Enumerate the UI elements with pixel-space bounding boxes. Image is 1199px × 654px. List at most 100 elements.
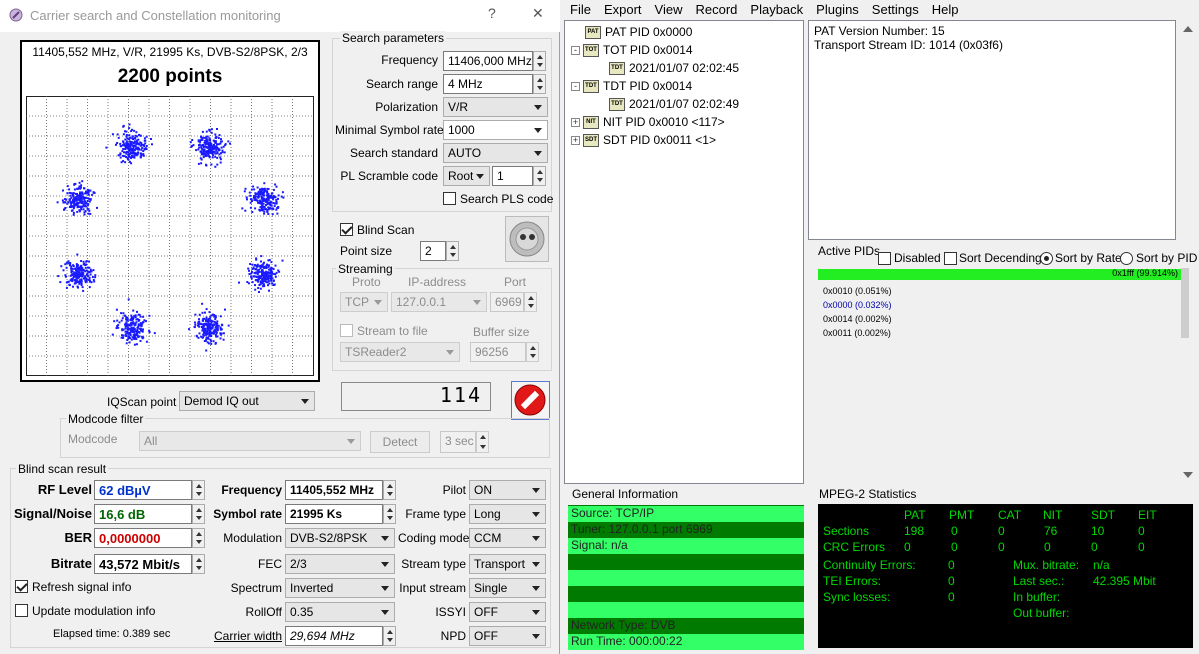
coding-mode-select[interactable]: CCM: [469, 528, 546, 548]
search-pls-label: Search PLS code: [460, 192, 554, 206]
mpeg2-stats-panel: PAT PMT CAT NIT SDT EIT Sections 198 0 0…: [818, 504, 1193, 648]
menu-help[interactable]: Help: [932, 2, 959, 17]
out-buffer-label: Out buffer:: [1013, 606, 1070, 620]
stop-button[interactable]: [511, 381, 550, 420]
help-button[interactable]: ?: [488, 5, 496, 21]
pl-scramble-spinner[interactable]: [533, 166, 546, 186]
search-standard-select[interactable]: AUTO: [443, 143, 548, 163]
close-button[interactable]: ✕: [532, 5, 544, 22]
fec-select[interactable]: 2/3: [285, 554, 395, 574]
frequency-spinner[interactable]: [533, 51, 546, 71]
scroll-up-icon[interactable]: [1183, 26, 1193, 32]
tree-node[interactable]: - TOT TOT PID 0x0014: [571, 41, 803, 59]
tree-node[interactable]: + SDT SDT PID 0x0011 <1>: [571, 131, 803, 149]
general-info-row: Source: TCP/IP: [568, 506, 804, 522]
sort-by-rate-label: Sort by Rate: [1055, 251, 1122, 265]
detect-time-spinner[interactable]: [476, 431, 489, 453]
tree-node[interactable]: - TDT TDT PID 0x0014: [571, 77, 803, 95]
app-icon: [8, 7, 24, 23]
tree-node-label: SDT PID 0x0011 <1>: [603, 133, 716, 147]
range-spinner[interactable]: [533, 74, 546, 94]
pilot-select[interactable]: ON: [469, 480, 546, 500]
npd-select[interactable]: OFF: [469, 626, 546, 646]
menu-settings[interactable]: Settings: [872, 2, 919, 17]
pid-list-scrollbar-thumb[interactable]: [1181, 268, 1189, 338]
polarization-select[interactable]: V/R: [443, 97, 548, 117]
pilot-label: Pilot: [442, 483, 466, 497]
pid-row[interactable]: 0x0011 (0.002%): [823, 326, 892, 340]
pid-row[interactable]: 0x0000 (0.032%): [823, 298, 892, 312]
snr-value: 16,6 dB: [94, 504, 192, 524]
menu-view[interactable]: View: [655, 2, 683, 17]
modcode-filter-title: Modcode filter: [66, 412, 146, 426]
table-icon: TDT: [609, 61, 625, 75]
sort-by-rate-radio[interactable]: [1040, 252, 1053, 265]
carrier-width-spinner[interactable]: [383, 626, 396, 646]
carrier-width-link[interactable]: Carrier width: [200, 629, 282, 643]
pid-row[interactable]: 0x0010 (0.051%): [823, 284, 892, 298]
modcode-select[interactable]: All: [139, 431, 361, 451]
tree-node[interactable]: TDT 2021/01/07 02:02:49: [571, 95, 803, 113]
blind-scan-checkbox[interactable]: [340, 223, 353, 236]
disabled-checkbox[interactable]: [878, 252, 891, 265]
range-input[interactable]: 4 MHz: [443, 74, 533, 94]
general-info-row: [568, 586, 804, 602]
point-size-spinner[interactable]: [446, 241, 459, 261]
menu-plugins[interactable]: Plugins: [816, 2, 859, 17]
update-modulation-checkbox[interactable]: [15, 604, 28, 617]
menu-record[interactable]: Record: [695, 2, 737, 17]
tree-node[interactable]: + NIT NIT PID 0x0010 <117>: [571, 113, 803, 131]
menu-export[interactable]: Export: [604, 2, 642, 17]
table-icon: SDT: [583, 133, 599, 147]
detect-time-input[interactable]: 3 sec: [440, 431, 476, 453]
collapse-icon[interactable]: -: [571, 45, 580, 55]
rolloff-select[interactable]: 0.35: [285, 602, 395, 622]
pl-scramble-value-input[interactable]: 1: [492, 166, 533, 186]
satellite-logo-button[interactable]: [505, 216, 549, 262]
expand-icon[interactable]: +: [571, 135, 580, 145]
port-spinner[interactable]: [524, 292, 537, 312]
result-symbol-rate-spinner[interactable]: [383, 504, 396, 524]
proto-select[interactable]: TCP: [340, 292, 388, 312]
refresh-signal-checkbox[interactable]: [15, 580, 28, 593]
pid-row[interactable]: 0x0014 (0.002%): [823, 312, 892, 326]
search-pls-checkbox[interactable]: [443, 192, 456, 205]
result-frequency-spinner[interactable]: [383, 480, 396, 500]
tree-node[interactable]: PAT PAT PID 0x0000: [571, 23, 803, 41]
stream-to-file-checkbox[interactable]: [340, 324, 353, 337]
point-size-input[interactable]: 2: [420, 241, 446, 261]
stream-type-select[interactable]: Transport: [469, 554, 546, 574]
buffer-size-input[interactable]: 96256: [470, 342, 526, 362]
menu-playback[interactable]: Playback: [750, 2, 803, 17]
satellite-dish-icon: [509, 221, 545, 257]
tree-node[interactable]: TDT 2021/01/07 02:02:45: [571, 59, 803, 77]
ip-select[interactable]: 127.0.0.1: [391, 292, 487, 312]
iq-scan-select[interactable]: Demod IQ out: [179, 391, 315, 411]
buffer-size-spinner[interactable]: [526, 342, 539, 362]
polarization-label: Polarization: [375, 100, 438, 114]
sort-by-pid-radio[interactable]: [1120, 252, 1133, 265]
constellation-panel: 11405,552 MHz, V/R, 21995 Ks, DVB-S2/8PS…: [20, 40, 320, 382]
menu-file[interactable]: File: [570, 2, 591, 17]
bitrate-value: 43,572 Mbit/s: [94, 554, 192, 574]
mpeg-head-pat: PAT: [904, 508, 926, 522]
frequency-input[interactable]: 11406,000 MHz: [443, 51, 533, 71]
pl-scramble-mode-select[interactable]: Root: [443, 166, 490, 186]
frame-type-select[interactable]: Long: [469, 504, 546, 524]
modulation-select[interactable]: DVB-S2/8PSK: [285, 528, 395, 548]
detect-button[interactable]: Detect: [370, 431, 430, 453]
scroll-down-icon[interactable]: [1183, 472, 1193, 478]
port-input[interactable]: 6969: [490, 292, 524, 312]
collapse-icon[interactable]: -: [571, 81, 580, 91]
issyi-select[interactable]: OFF: [469, 602, 546, 622]
sort-descending-checkbox[interactable]: [944, 252, 957, 265]
min-symbol-rate-select[interactable]: 1000: [443, 120, 548, 140]
stream-target-select[interactable]: TSReader2: [340, 342, 460, 362]
rf-level-label: RF Level: [37, 482, 92, 497]
input-stream-select[interactable]: Single: [469, 578, 546, 598]
rolloff-label: RollOff: [245, 605, 282, 619]
modcode-label: Modcode: [68, 432, 118, 446]
spectrum-select[interactable]: Inverted: [285, 578, 395, 598]
pl-scramble-label: PL Scramble code: [340, 169, 438, 183]
expand-icon[interactable]: +: [571, 117, 580, 127]
